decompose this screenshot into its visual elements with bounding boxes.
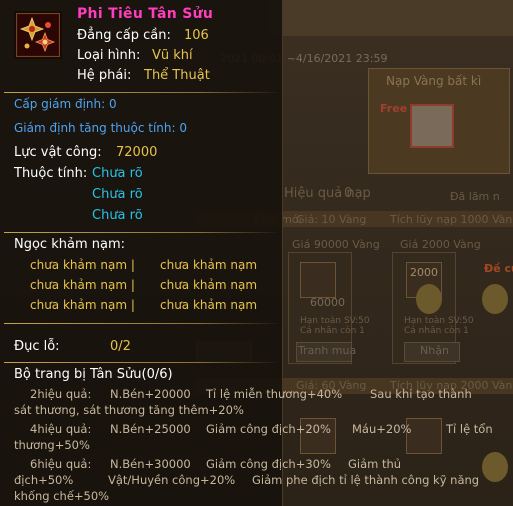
recharge-count: 0 xyxy=(344,186,353,201)
buy-button-label: Tranh mua xyxy=(298,344,357,357)
set-effect-text: sát thương, sát thương tăng thêm+20% xyxy=(14,403,244,417)
set-effect-text: Sau khi tạo thành xyxy=(370,387,472,401)
separator xyxy=(4,92,280,93)
vip-recharge-title: Nạp Vàng bất kì xyxy=(386,74,482,88)
set-effect-6-label: 6hiệu quả: xyxy=(30,457,92,471)
recommend-badge: Đề cử xyxy=(484,262,513,275)
attack-label: Lực vật công: xyxy=(14,145,102,160)
separator xyxy=(4,362,280,363)
gift-box-icon xyxy=(410,104,454,148)
remaining-label: Cá nhân còn 1 xyxy=(300,326,365,336)
set-effect-text: N.Bén+20000 xyxy=(110,387,191,401)
slot-2-value: 2000 xyxy=(410,266,438,279)
socket-slot: chưa khảm nạm | xyxy=(30,278,135,292)
attribute-unknown-3: Chưa rõ xyxy=(92,208,143,223)
slot-1-value: 60000 xyxy=(310,296,345,309)
item-tooltip: Phi Tiêu Tân Sửu Đẳng cấp cần: 106 Loại … xyxy=(0,0,493,506)
item-icon-frame xyxy=(14,11,62,59)
holes-value: 0/2 xyxy=(110,339,131,354)
socket-slot: chưa khảm nạm | xyxy=(30,298,135,312)
shop-item-slot-1[interactable] xyxy=(300,262,336,298)
socket-slot: chưa khảm nạm xyxy=(160,258,258,272)
recharge-effect-label: Hiệu quả nạp xyxy=(284,186,371,201)
price-90000: Giá 90000 Vàng xyxy=(292,238,380,251)
holes-label: Đục lỗ: xyxy=(14,339,60,354)
coin-icon-right xyxy=(482,284,508,314)
received-label: Đã lãm n xyxy=(450,190,500,203)
claim-button-label: Nhận xyxy=(420,344,449,357)
set-effect-text: khống chế+50% xyxy=(14,489,110,503)
coin-icon xyxy=(416,284,442,314)
socket-slot: chưa khảm nạm xyxy=(160,298,258,312)
set-effect-text: địch+50% xyxy=(14,473,74,487)
set-effect-text: Tỉ lệ tổn xyxy=(446,422,493,436)
set-effect-text: Giảm phe địch tỉ lệ thành công kỹ năng xyxy=(252,473,480,487)
set-effect-text: Vật/Huyền công+20% xyxy=(108,473,236,487)
attribute-unknown-1: Chưa rõ xyxy=(92,166,143,181)
level-value: 106 xyxy=(184,28,209,43)
separator xyxy=(4,232,280,233)
coin-icon-bottom xyxy=(482,452,508,482)
set-effect-text: Tỉ lệ miễn thương+40% xyxy=(206,387,343,401)
type-label: Loại hình: xyxy=(77,48,141,63)
remaining-label-2: Cá nhân còn 1 xyxy=(404,326,469,336)
socket-title: Ngọc khảm nạm: xyxy=(14,237,125,252)
type-value: Vũ khí xyxy=(152,48,193,63)
level-label: Đẳng cấp cần: xyxy=(77,28,171,43)
separator xyxy=(4,323,280,324)
set-effect-text: Giảm thủ xyxy=(348,457,402,471)
appraisal-boost: Giám định tăng thuộc tính: 0 xyxy=(14,121,187,135)
stock-label-2: Hạn toàn SV:50 xyxy=(404,316,474,326)
gift-free-label: Free xyxy=(380,102,408,115)
shuriken-item-icon xyxy=(18,15,58,55)
socket-slot: chưa khảm nạm | xyxy=(30,258,135,272)
stock-label: Hạn toàn SV:50 xyxy=(300,316,370,326)
set-effect-text: Giảm công địch+30% xyxy=(206,457,331,471)
attack-value: 72000 xyxy=(116,145,158,160)
item-name: Phi Tiêu Tân Sửu xyxy=(77,6,214,22)
attributes-label: Thuộc tính: xyxy=(14,166,88,181)
set-effect-text: Máu+20% xyxy=(352,422,412,436)
accumulate-1000: Tích lũy nạp 1000 Vàng xyxy=(390,213,513,226)
school-label: Hệ phái: xyxy=(77,68,132,83)
background-banner xyxy=(270,0,513,36)
socket-slot: chưa khảm nạm xyxy=(160,278,258,292)
set-effect-text: N.Bén+30000 xyxy=(110,457,191,471)
price-10: Giá: 10 Vàng xyxy=(296,213,367,226)
set-effect-2-label: 2hiệu quả: xyxy=(30,387,92,401)
set-title: Bộ trang bị Tân Sửu(0/6) xyxy=(14,367,173,382)
appraisal-level: Cấp giám định: 0 xyxy=(14,97,117,111)
set-effect-text: thương+50% xyxy=(14,438,90,452)
price-2000: Giá 2000 Vàng xyxy=(400,238,481,251)
attribute-unknown-2: Chưa rõ xyxy=(92,187,143,202)
set-effect-text: Giảm công địch+20% xyxy=(206,422,331,436)
set-effect-text: N.Bén+25000 xyxy=(110,422,191,436)
set-effect-4-label: 4hiệu quả: xyxy=(30,422,92,436)
school-value: Thể Thuật xyxy=(144,68,210,83)
